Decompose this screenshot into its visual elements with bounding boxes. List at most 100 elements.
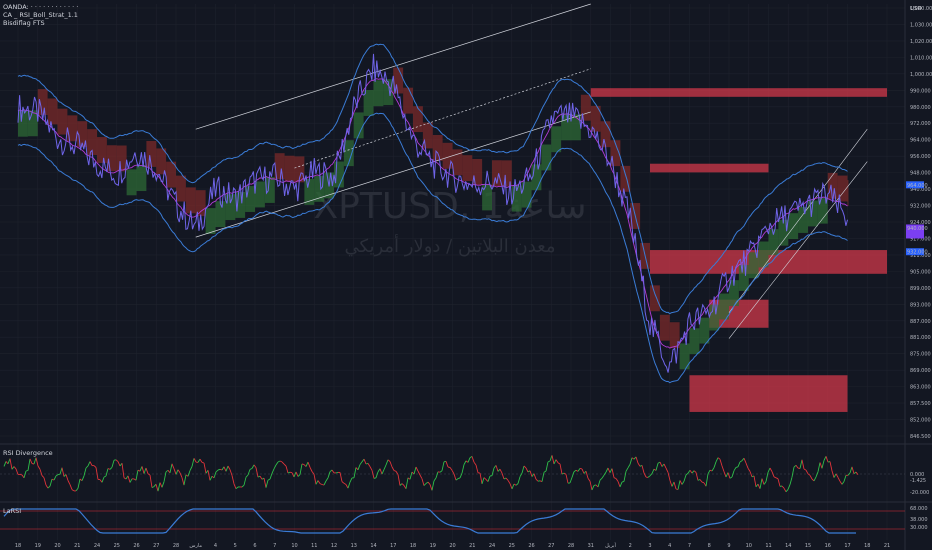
price-tick-label: 852.000 [910,418,931,424]
price-tick-label: 964.000 [910,138,931,144]
bull-step [551,126,562,153]
bear-step [116,145,127,172]
rsi-segment [579,467,583,470]
time-tick-label: 20 [449,543,455,549]
price-tick-label: 846.500 [910,434,931,440]
bear-step [166,161,176,188]
bull-step [255,181,265,208]
rsi-divergence-label[interactable]: RSI Divergence [3,449,53,457]
bear-step [442,142,453,169]
bull-step [531,164,542,191]
time-tick-label: 11 [311,543,317,549]
price-tick-label: 1,020.000 [910,39,932,45]
bear-step [472,158,483,185]
time-tick-label: 24 [489,543,495,549]
time-tick-label: 31 [588,543,594,549]
time-tick-label: 21 [884,543,890,549]
price-tick-label: 881.000 [910,335,931,341]
time-tick-label: 24 [94,543,100,549]
bear-step [462,155,473,182]
rsi-segment [25,470,29,472]
price-tick-label: 990.000 [910,88,931,94]
time-tick-label: 17 [390,543,396,549]
price-tick-label: 905.000 [910,269,931,275]
indicator-legend-bisdiflag[interactable]: Bisdiflag FTS [3,19,45,27]
bull-step [699,317,710,344]
watermark-symbol: XPTUSD, 1ساعة [314,186,587,227]
price-tick-label: 893.000 [910,302,931,308]
time-tick-label: 5 [234,543,237,549]
bear-step [403,87,413,114]
bull-step [126,169,137,196]
bull-step [689,328,700,355]
bull-step [541,144,552,171]
time-tick-label: 4 [668,543,671,549]
rsi-segment [373,477,377,479]
larsi-level-label: 30.000 [910,525,928,531]
bull-step [758,241,769,268]
time-tick-label: 14 [785,543,791,549]
time-tick-label: 16 [825,543,831,549]
price-tick-label: 1,000.000 [910,72,932,78]
rsi-segment [335,471,339,474]
time-tick-label: 27 [548,543,554,549]
rsi-segment [289,471,293,474]
bull-step [215,201,226,228]
time-tick-label: 18 [410,543,416,549]
larsi-level-label: 38.000 [910,517,928,523]
bull-step [18,110,28,137]
larsi-label[interactable]: LaRSI [3,507,21,515]
time-tick-label: 18 [864,543,870,549]
bull-step [719,293,729,320]
bull-step [798,207,808,233]
time-tick-label: 14 [370,543,376,549]
bear-step [422,122,433,149]
indicator-legend-rsi-boll[interactable]: CA _ RSI_Boll_Strat_1.1 [3,11,78,19]
bull-step [709,304,720,331]
time-tick-label: 4 [214,543,217,549]
price-tick-label: 899.000 [910,286,931,292]
price-tick-label: 869.000 [910,368,931,374]
bear-step [97,137,107,163]
bear-step [106,145,117,172]
zone-mid [650,163,769,173]
price-tick-label: 863.000 [910,385,931,391]
bear-step [185,187,196,214]
time-tick-label: 11 [765,543,771,549]
time-tick-label: 28 [568,543,574,549]
bear-step [176,175,186,202]
bear-step [650,285,660,312]
bear-step [413,106,423,133]
chart-canvas[interactable]: XPTUSD, 1ساعة معدن البلاتين / دولار أمري… [0,0,932,550]
time-tick-label: 21 [74,543,80,549]
bull-step [136,165,147,192]
time-tick-label: 8 [708,543,711,549]
time-tick-label: 6 [253,543,256,549]
bear-step [600,121,611,148]
rsi-segment [19,473,23,476]
bear-step [827,172,838,199]
symbol-legend[interactable]: OANDA: · · · · · · · · · · · · [3,3,78,11]
bull-step [738,264,749,291]
time-tick-label: 7 [688,543,691,549]
zone-top [590,88,887,97]
chart-background [0,0,932,550]
price-tag-label: 932.000 [907,250,928,256]
time-tick-label: 2 [629,543,632,549]
price-tick-label: 932.000 [910,204,931,210]
bear-step [47,98,58,125]
time-tick-label: 19 [35,543,41,549]
currency-label: USD [910,6,922,12]
larsi-level-label: 68.000 [910,506,928,512]
time-tick-label: 12 [331,543,337,549]
time-tick-label: 26 [528,543,534,549]
price-tick-label: 875.000 [910,352,931,358]
price-tick-label: 887.000 [910,319,931,325]
bull-step [788,213,799,240]
bull-step [482,184,492,211]
bear-step [432,134,443,161]
time-tick-label: 10 [291,543,297,549]
price-tag-label: 964.000 [907,183,928,189]
time-tick-label: أبريل [605,542,616,549]
rsi-segment [593,484,597,486]
